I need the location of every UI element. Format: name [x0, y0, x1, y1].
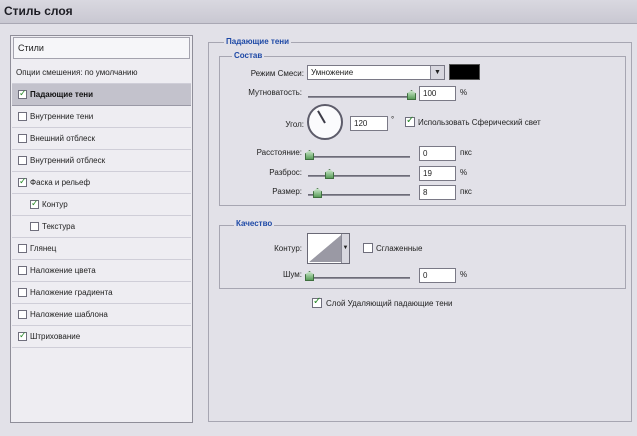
size-input[interactable]: 8: [419, 185, 456, 200]
blending-options-label: Опции смешения: по умолчанию: [16, 68, 138, 77]
style-checkbox[interactable]: ✓: [18, 176, 27, 187]
style-item-stroke[interactable]: ✓ Штрихование: [12, 326, 191, 348]
style-item-inner-shadow[interactable]: Внутренние тени: [12, 106, 191, 128]
angle-label: Угол:: [285, 120, 304, 129]
noise-slider-track[interactable]: [308, 277, 410, 279]
style-item-inner-glow[interactable]: Внутренний отблеск: [12, 150, 191, 172]
angle-unit: °: [391, 115, 395, 124]
size-slider-track[interactable]: [308, 194, 410, 196]
global-light-label: Использовать Сферический свет: [418, 118, 541, 127]
angle-dial-icon[interactable]: [307, 104, 343, 140]
style-checkbox[interactable]: [18, 310, 27, 319]
quality-title: Качество: [234, 219, 275, 228]
style-item-pattern-overlay[interactable]: Наложение шаблона: [12, 304, 191, 326]
check-mark-icon: ✓: [406, 115, 415, 126]
style-item-label: Наложение градиента: [30, 288, 113, 297]
style-item-outer-glow[interactable]: Внешний отблеск: [12, 128, 191, 150]
window-title: Стиль слоя: [4, 4, 73, 18]
check-mark-icon: ✓: [19, 88, 27, 98]
noise-input[interactable]: 0: [419, 268, 456, 283]
opacity-label: Мутноватость:: [248, 88, 302, 97]
style-checkbox[interactable]: ✓: [30, 198, 39, 209]
style-item-drop-shadow[interactable]: ✓ Падающие тени: [12, 84, 191, 106]
style-item-label: Глянец: [30, 244, 57, 253]
style-item-color-overlay[interactable]: Наложение цвета: [12, 260, 191, 282]
blend-mode-value: Умножение: [311, 68, 354, 77]
style-item-label: Наложение шаблона: [30, 310, 108, 319]
spread-slider-track[interactable]: [308, 175, 410, 177]
style-checkbox[interactable]: [18, 288, 27, 297]
style-item-label: Текстура: [42, 222, 76, 231]
style-checkbox[interactable]: [18, 244, 27, 253]
structure-title: Состав: [232, 51, 265, 60]
spread-label: Разброс:: [269, 168, 302, 177]
size-unit: пкс: [460, 187, 472, 196]
distance-slider-track[interactable]: [308, 156, 410, 158]
angle-input[interactable]: 120: [350, 116, 388, 131]
contour-picker[interactable]: ▼: [307, 233, 350, 264]
size-label: Размер:: [272, 187, 302, 196]
angle-needle: [317, 110, 326, 124]
check-mark-icon: ✓: [31, 198, 39, 208]
opacity-input[interactable]: 100: [419, 86, 456, 101]
style-checkbox[interactable]: ✓: [18, 88, 27, 99]
opacity-unit: %: [460, 88, 468, 97]
style-item-label: Контур: [42, 200, 68, 209]
contour-curve-icon: [309, 235, 341, 262]
blending-options-item[interactable]: Опции смешения: по умолчанию: [12, 62, 191, 84]
style-checkbox[interactable]: [30, 222, 39, 231]
title-bar: Стиль слоя: [0, 0, 637, 24]
styles-header[interactable]: Стили: [13, 37, 190, 59]
style-item-label: Фаска и рельеф: [30, 178, 91, 187]
styles-header-label: Стили: [18, 43, 44, 53]
style-item-satin[interactable]: Глянец: [12, 238, 191, 260]
style-item-bevel-emboss[interactable]: ✓ Фаска и рельеф: [12, 172, 191, 194]
style-item-label: Внутренний отблеск: [30, 156, 106, 165]
opacity-slider-track[interactable]: [308, 96, 412, 98]
contour-label: Контур:: [274, 244, 302, 253]
global-light-checkbox[interactable]: ✓: [405, 115, 415, 127]
check-mark-icon: ✓: [313, 296, 322, 307]
antialiased-checkbox[interactable]: [363, 243, 373, 253]
style-item-texture[interactable]: Текстура: [12, 216, 191, 238]
style-item-label: Штрихование: [30, 332, 81, 341]
styles-list: Стили Опции смешения: по умолчанию ✓ Пад…: [10, 35, 193, 423]
style-item-label: Наложение цвета: [30, 266, 96, 275]
layer-knocks-out-checkbox[interactable]: ✓: [312, 296, 322, 308]
style-checkbox[interactable]: [18, 156, 27, 165]
style-item-contour[interactable]: ✓ Контур: [12, 194, 191, 216]
check-mark-icon: ✓: [19, 176, 27, 186]
spread-unit: %: [460, 168, 468, 177]
drop-shadow-title: Падающие тени: [224, 37, 292, 46]
style-checkbox[interactable]: [18, 112, 27, 121]
blend-mode-select[interactable]: Умножение ▼: [307, 65, 445, 80]
layer-knocks-out-label: Слой Удаляющий падающие тени: [326, 299, 453, 308]
noise-label: Шум:: [283, 270, 302, 279]
antialiased-label: Сглаженные: [376, 244, 423, 253]
blend-mode-label: Режим Смеси:: [250, 69, 304, 78]
style-item-label: Внешний отблеск: [30, 134, 95, 143]
spread-input[interactable]: 19: [419, 166, 456, 181]
style-checkbox[interactable]: ✓: [18, 330, 27, 341]
style-checkbox[interactable]: [18, 266, 27, 275]
style-item-gradient-overlay[interactable]: Наложение градиента: [12, 282, 191, 304]
shadow-color-swatch[interactable]: [449, 64, 480, 80]
style-item-label: Внутренние тени: [30, 112, 94, 121]
noise-unit: %: [460, 270, 468, 279]
distance-label: Расстояние:: [256, 148, 302, 157]
check-mark-icon: ✓: [19, 330, 27, 340]
distance-input[interactable]: 0: [419, 146, 456, 161]
distance-unit: пкс: [460, 148, 472, 157]
chevron-down-icon[interactable]: ▼: [430, 66, 444, 79]
style-checkbox[interactable]: [18, 134, 27, 143]
chevron-down-icon[interactable]: ▼: [341, 234, 349, 263]
style-item-label: Падающие тени: [30, 90, 94, 99]
